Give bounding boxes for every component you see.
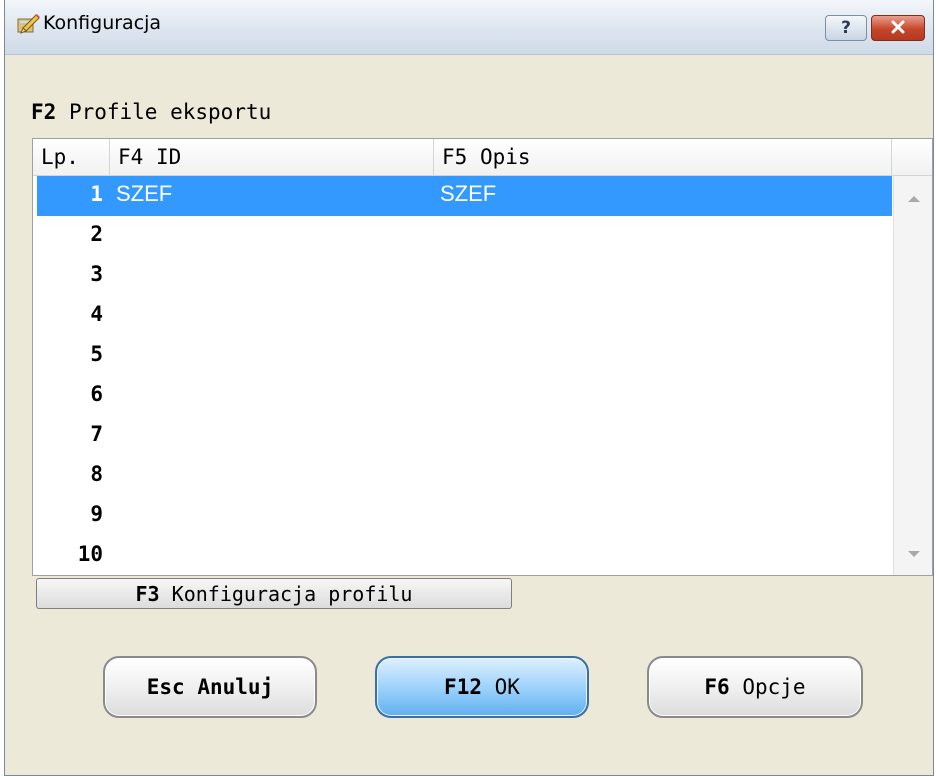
window-title: Konfiguracja	[43, 12, 162, 34]
row-opis	[438, 216, 880, 256]
row-number: 1	[90, 182, 103, 206]
row-number: 8	[90, 462, 103, 486]
row-id	[114, 216, 436, 256]
profiles-table[interactable]: Lp. F4 ID F5 Opis 1 SZEF SZEF 2 3 4 5 6 …	[32, 138, 933, 576]
profile-config-button[interactable]: F3 Konfiguracja profilu	[36, 578, 512, 609]
table-row[interactable]: 1 SZEF SZEF	[37, 176, 892, 216]
cancel-hotkey: Esc	[146, 675, 185, 699]
row-opis	[438, 456, 880, 496]
column-header-filler	[892, 139, 932, 175]
row-id	[114, 496, 436, 536]
config-window: Konfiguracja ? F2 Profile eksportu Lp. F…	[4, 0, 934, 776]
table-row[interactable]: 9	[37, 496, 892, 536]
row-number: 6	[90, 382, 103, 406]
table-row[interactable]: 2	[37, 216, 892, 256]
table-row[interactable]: 8	[37, 456, 892, 496]
ok-label: OK	[494, 675, 520, 699]
row-number: 2	[90, 222, 103, 246]
cancel-label: Anuluj	[197, 675, 274, 699]
table-row[interactable]: 4	[37, 296, 892, 336]
row-opis	[438, 416, 880, 456]
table-row[interactable]: 3	[37, 256, 892, 296]
export-profiles-label: F2 Profile eksportu	[31, 100, 271, 124]
section-hotkey: F2	[31, 100, 57, 124]
row-number: 10	[77, 542, 103, 566]
table-row[interactable]: 7	[37, 416, 892, 456]
row-opis	[438, 336, 880, 376]
close-button[interactable]	[871, 15, 925, 41]
profile-config-label: Konfiguracja profilu	[171, 581, 413, 606]
row-number: 7	[90, 422, 103, 446]
column-header-id[interactable]: F4 ID	[110, 139, 434, 175]
profile-config-hotkey: F3	[135, 581, 160, 606]
table-row[interactable]: 6	[37, 376, 892, 416]
row-id	[114, 416, 436, 456]
row-number: 9	[90, 502, 103, 526]
row-opis	[438, 496, 880, 536]
options-button[interactable]: F6 Opcje	[647, 656, 863, 718]
column-header-lp[interactable]: Lp.	[33, 139, 110, 175]
options-label: Opcje	[742, 675, 806, 699]
table-header: Lp. F4 ID F5 Opis	[33, 139, 932, 176]
ok-hotkey: F12	[444, 675, 482, 699]
options-hotkey: F6	[704, 675, 730, 699]
row-id	[114, 256, 436, 296]
row-id	[114, 376, 436, 416]
ok-button[interactable]: F12 OK	[375, 656, 589, 718]
row-id	[114, 336, 436, 376]
close-icon	[891, 18, 905, 39]
scroll-down-arrow-icon[interactable]	[908, 551, 920, 557]
title-bar[interactable]: Konfiguracja ?	[5, 0, 933, 55]
row-opis	[438, 256, 880, 296]
table-body: 1 SZEF SZEF 2 3 4 5 6 7 8 9 10	[33, 176, 893, 576]
cancel-button[interactable]: Esc Anuluj	[103, 656, 317, 718]
table-row[interactable]: 10	[37, 536, 892, 576]
row-number: 3	[90, 262, 103, 286]
vertical-scrollbar[interactable]	[893, 176, 932, 575]
help-button[interactable]: ?	[825, 15, 867, 41]
row-id	[114, 536, 436, 576]
app-pencil-icon	[15, 10, 41, 36]
row-opis	[438, 296, 880, 336]
column-header-opis[interactable]: F5 Opis	[434, 139, 892, 175]
row-number: 4	[90, 302, 103, 326]
row-number: 5	[90, 342, 103, 366]
row-opis: SZEF	[440, 181, 497, 206]
row-opis	[438, 536, 880, 576]
row-id: SZEF	[116, 181, 173, 206]
scroll-up-arrow-icon[interactable]	[908, 196, 920, 202]
help-icon: ?	[841, 18, 851, 38]
row-opis	[438, 376, 880, 416]
row-id	[114, 296, 436, 336]
section-title: Profile eksportu	[68, 100, 272, 124]
table-row[interactable]: 5	[37, 336, 892, 376]
row-id	[114, 456, 436, 496]
